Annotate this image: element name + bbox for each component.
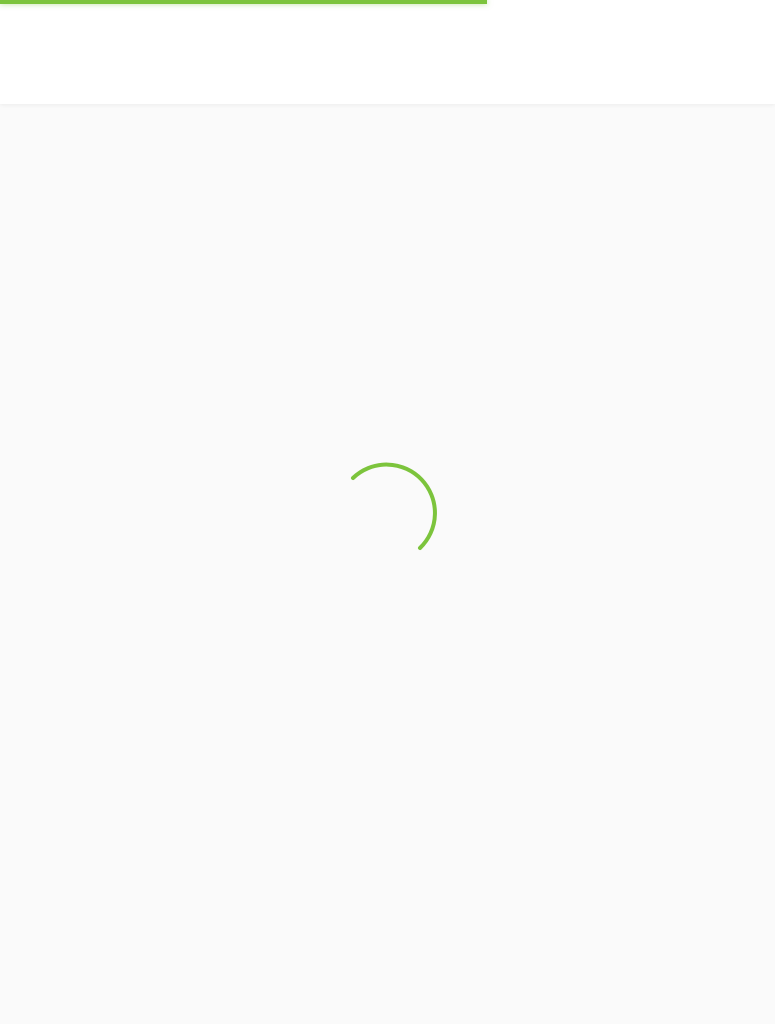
main-content [0, 104, 775, 1024]
page-load-progress-bar [0, 0, 487, 4]
loading-spinner-icon [351, 462, 437, 550]
app-header [0, 0, 775, 104]
loading-spinner-arc [351, 462, 437, 550]
page [0, 0, 775, 1024]
